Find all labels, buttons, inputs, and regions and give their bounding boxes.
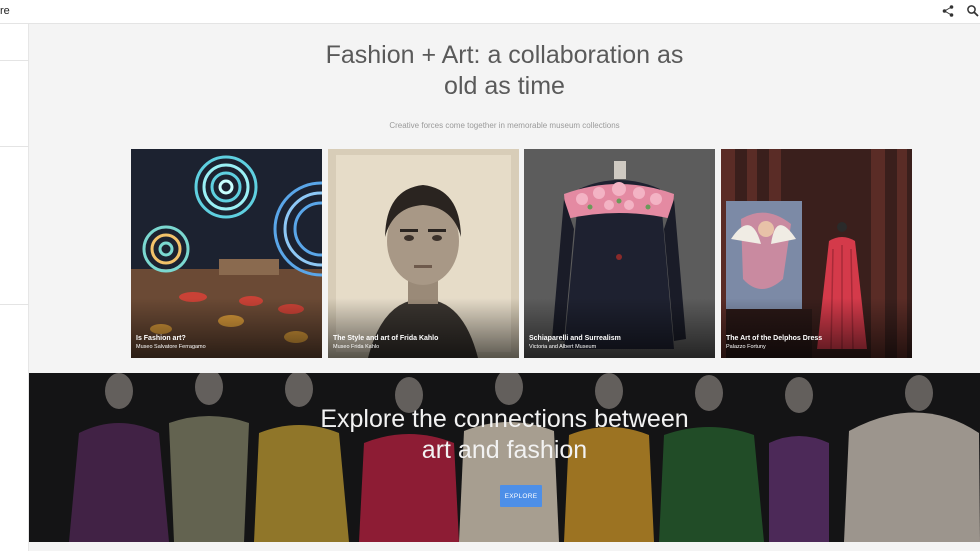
footer-strip [29, 542, 980, 551]
explore-button[interactable]: EXPLORE [500, 485, 542, 507]
page-subtitle: Creative forces come together in memorab… [389, 121, 620, 130]
card-source: Victoria and Albert Museum [529, 344, 597, 350]
banner-title: Explore the connections between art and … [320, 405, 689, 464]
explore-banner: Explore the connections between art and … [29, 373, 980, 542]
brand-label[interactable]: re [0, 5, 10, 17]
card-schiaparelli[interactable]: Schiaparelli and Surrealism Victoria and… [524, 149, 715, 358]
card-title: The Style and art of Frida Kahlo [333, 335, 439, 342]
card-title: Schiaparelli and Surrealism [529, 335, 621, 342]
card-caption: Schiaparelli and Surrealism Victoria and… [529, 334, 621, 351]
top-bar: re [0, 0, 980, 24]
card-source: Palazzo Fortuny [726, 344, 766, 350]
card-caption: The Style and art of Frida Kahlo Museo F… [333, 334, 438, 351]
card-delphos-dress[interactable]: The Art of the Delphos Dress Palazzo For… [721, 149, 912, 358]
card-frida-kahlo[interactable]: The Style and art of Frida Kahlo Museo F… [328, 149, 519, 358]
card-title: The Art of the Delphos Dress [726, 335, 823, 342]
card-is-fashion-art[interactable]: Is Fashion art? Museo Salvatore Ferragam… [131, 149, 322, 358]
side-divider [0, 304, 29, 305]
side-divider [0, 146, 29, 147]
share-icon[interactable] [941, 4, 955, 18]
card-source: Museo Frida Kahlo [333, 344, 380, 350]
main-content: Fashion + Art: a collaboration as old as… [29, 24, 980, 551]
page-title: Fashion + Art: a collaboration as old as… [325, 41, 684, 100]
search-icon[interactable] [966, 4, 980, 18]
card-caption: The Art of the Delphos Dress Palazzo For… [726, 334, 822, 351]
side-panel [0, 24, 29, 551]
card-source: Museo Salvatore Ferragamo [136, 344, 206, 350]
card-title: Is Fashion art? [136, 335, 186, 342]
card-caption: Is Fashion art? Museo Salvatore Ferragam… [136, 334, 206, 351]
